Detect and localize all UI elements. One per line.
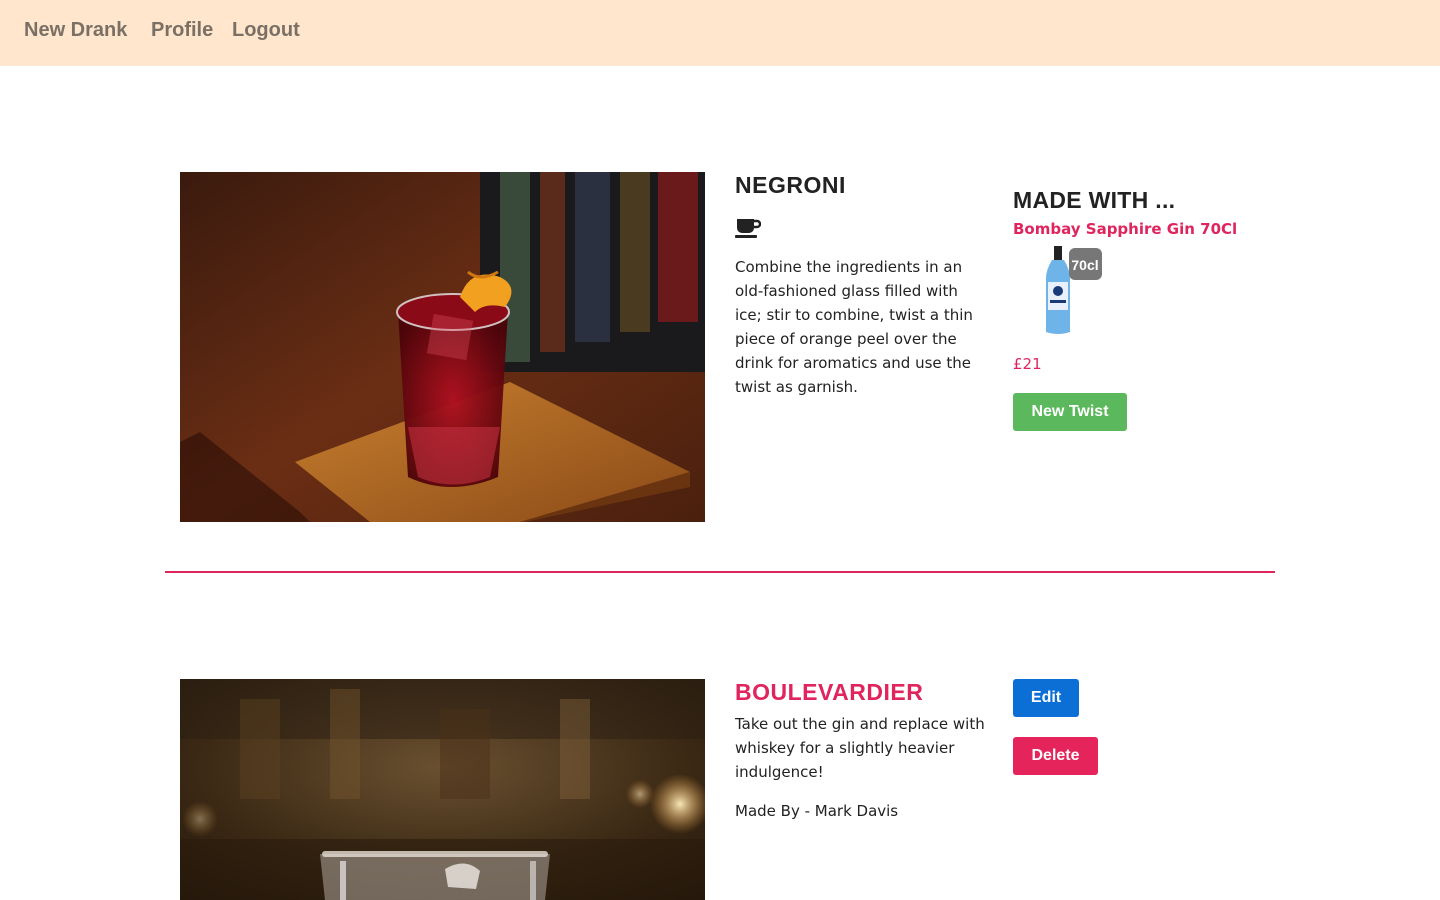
delete-button[interactable]: Delete [1013,737,1098,775]
coffee-cup-icon [735,219,761,238]
nav-profile-link[interactable]: Profile [151,19,213,42]
drink-title-boulevardier: BOULEVARDIER [735,679,924,705]
top-navbar: New Drank Profile Logout [0,0,1440,66]
product-name-link[interactable]: Bombay Sapphire Gin 70Cl [1013,220,1237,238]
gin-bottle-image: 70cl [1040,246,1105,336]
drink-description-negroni: Combine the ingredients in an old-fashio… [735,258,973,396]
boulevardier-photo [180,679,705,900]
negroni-photo [180,172,705,522]
drink-title-negroni: NEGRONI [735,172,846,198]
bottle-size-badge: 70cl [1071,257,1098,273]
section-divider [165,571,1275,573]
made-by-text: Made By - Mark Davis [735,802,899,820]
nav-new-drank-link[interactable]: New Drank [24,19,127,42]
product-price: £21 [1013,355,1042,373]
new-twist-button[interactable]: New Twist [1013,393,1127,431]
edit-button[interactable]: Edit [1013,679,1079,717]
made-with-heading: MADE WITH ... [1013,187,1176,213]
nav-logout-link[interactable]: Logout [232,19,300,42]
drink-description-boulevardier: Take out the gin and replace with whiske… [735,715,985,781]
